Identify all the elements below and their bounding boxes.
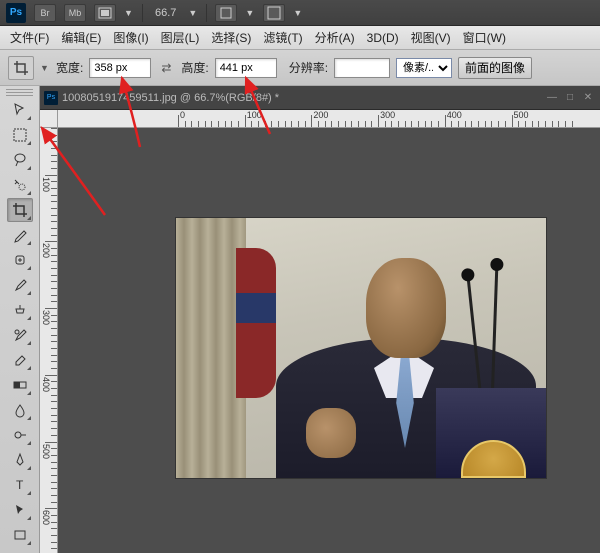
clone-stamp-tool[interactable] — [7, 298, 33, 322]
crop-tool[interactable] — [7, 198, 33, 222]
menu-window[interactable]: 窗口(W) — [457, 27, 512, 48]
menu-view[interactable]: 视图(V) — [405, 27, 457, 48]
move-tool[interactable] — [7, 98, 33, 122]
swap-dimensions-button[interactable]: ⇄ — [157, 59, 175, 77]
horizontal-ruler[interactable]: 0100200300400500 — [58, 110, 600, 128]
menu-image[interactable]: 图像(I) — [107, 27, 154, 48]
document-tab-bar: Ps 1008051917459511.jpg @ 66.7%(RGB/8#) … — [40, 86, 600, 110]
svg-text:T: T — [16, 478, 24, 492]
width-label: 宽度: — [56, 59, 83, 76]
document-image[interactable] — [176, 218, 546, 478]
maximize-button[interactable]: □ — [562, 91, 578, 105]
quick-selection-tool[interactable] — [7, 173, 33, 197]
minimize-button[interactable]: — — [544, 91, 560, 105]
height-input[interactable] — [215, 58, 277, 78]
blur-tool[interactable] — [7, 398, 33, 422]
brush-tool[interactable] — [7, 273, 33, 297]
menu-select[interactable]: 选择(S) — [205, 27, 257, 48]
canvas-area: Ps 1008051917459511.jpg @ 66.7%(RGB/8#) … — [40, 86, 600, 553]
screen-mode-button[interactable] — [263, 4, 285, 22]
eyedropper-tool[interactable] — [7, 223, 33, 247]
tool-options-bar: ▼ 宽度: ⇄ 高度: 分辨率: 像素/... 前面的图像 — [0, 50, 600, 86]
history-brush-tool[interactable] — [7, 323, 33, 347]
type-tool[interactable]: T — [7, 473, 33, 497]
chevron-down-icon: ▼ — [124, 8, 134, 18]
marquee-tool[interactable] — [7, 123, 33, 147]
photoshop-logo-icon: Ps — [6, 3, 26, 23]
front-image-button[interactable]: 前面的图像 — [458, 57, 532, 79]
mini-bridge-button[interactable]: Mb — [64, 4, 86, 22]
vertical-ruler[interactable]: 0100200300400500600 — [40, 128, 58, 553]
eraser-tool[interactable] — [7, 348, 33, 372]
lasso-tool[interactable] — [7, 148, 33, 172]
chevron-down-icon: ▼ — [188, 8, 198, 18]
gradient-tool[interactable] — [7, 373, 33, 397]
work-area: T Ps 1008051917459511.jpg @ 66.7%(RGB/8#… — [0, 86, 600, 553]
width-input[interactable] — [89, 58, 151, 78]
ruler-origin[interactable] — [40, 110, 58, 128]
zoom-level[interactable]: 66.7 — [151, 7, 180, 19]
app-title-bar: Ps Br Mb ▼ 66.7 ▼ ▼ ▼ — [0, 0, 600, 26]
menu-layer[interactable]: 图层(L) — [155, 27, 206, 48]
path-selection-tool[interactable] — [7, 498, 33, 522]
tools-panel: T — [0, 86, 40, 553]
pen-tool[interactable] — [7, 448, 33, 472]
crop-tool-preset-icon[interactable] — [8, 56, 34, 80]
dodge-tool[interactable] — [7, 423, 33, 447]
menu-file[interactable]: 文件(F) — [4, 27, 55, 48]
resolution-input[interactable] — [334, 58, 390, 78]
menu-edit[interactable]: 编辑(E) — [55, 27, 107, 48]
photoshop-doc-icon: Ps — [44, 91, 58, 105]
close-button[interactable]: ✕ — [580, 91, 596, 105]
spot-healing-tool[interactable] — [7, 248, 33, 272]
canvas[interactable] — [58, 128, 600, 553]
menu-filter[interactable]: 滤镜(T) — [257, 27, 308, 48]
resolution-unit-select[interactable]: 像素/... — [396, 58, 452, 78]
chevron-down-icon: ▼ — [245, 8, 255, 18]
panel-grip-icon[interactable] — [6, 88, 33, 96]
resolution-label: 分辨率: — [289, 59, 328, 76]
view-extras-button[interactable] — [94, 4, 116, 22]
menu-3d[interactable]: 3D(D) — [361, 29, 405, 47]
menu-bar: 文件(F) 编辑(E) 图像(I) 图层(L) 选择(S) 滤镜(T) 分析(A… — [0, 26, 600, 50]
hand-tool-button[interactable] — [215, 4, 237, 22]
rectangle-tool[interactable] — [7, 523, 33, 547]
height-label: 高度: — [181, 59, 208, 76]
chevron-down-icon: ▼ — [293, 8, 303, 18]
chevron-down-icon: ▼ — [40, 63, 50, 73]
menu-analysis[interactable]: 分析(A) — [309, 27, 361, 48]
bridge-button[interactable]: Br — [34, 4, 56, 22]
document-tab-title[interactable]: 1008051917459511.jpg @ 66.7%(RGB/8#) * — [62, 92, 544, 104]
